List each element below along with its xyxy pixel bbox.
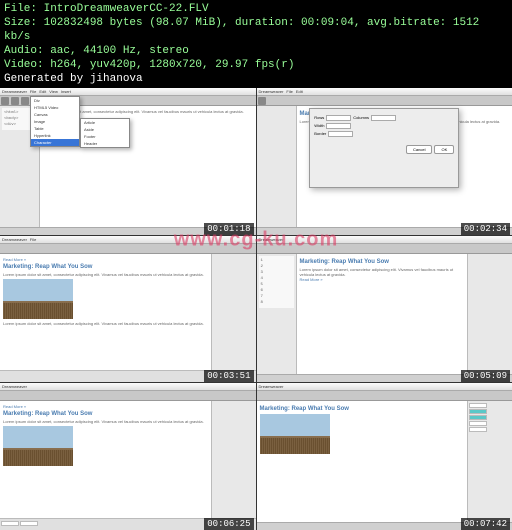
toolbar[interactable] [257, 244, 512, 254]
thumb-4: Dreamweaver 12345678 Marketing: Reap Wha… [257, 236, 512, 383]
rows-input[interactable] [326, 115, 351, 121]
prop-field[interactable] [1, 521, 19, 526]
menubar[interactable]: Dreamweaver [257, 236, 512, 244]
tool-icon[interactable] [11, 97, 19, 105]
toolbar[interactable] [0, 244, 256, 254]
border-input[interactable] [328, 131, 353, 137]
thumb-5: Dreamweaver Read More » Marketing: Reap … [0, 383, 256, 530]
design-view[interactable]: Marketing: Reap What You Sow [257, 401, 468, 522]
menubar[interactable]: Dreamweaver [257, 383, 512, 391]
video-line: Video: h264, yuv420p, 1280x720, 29.97 fp… [4, 58, 508, 72]
file-info-header: File: IntroDreamweaverCC-22.FLV Size: 10… [0, 0, 512, 88]
toolbar[interactable] [257, 391, 512, 401]
audio-line: Audio: aac, 44100 Hz, stereo [4, 44, 508, 58]
wheat-field-image[interactable] [3, 279, 73, 319]
design-view[interactable]: Marketing: Reap What You Sow Lorem ipsum… [297, 254, 468, 375]
menubar[interactable]: DreamweaverFile [0, 236, 256, 244]
css-field[interactable] [469, 427, 487, 432]
code-panel[interactable]: 12345678 [257, 254, 297, 375]
insert-menu[interactable]: Div HTML5 Video Canvas Image Table Hyper… [30, 96, 80, 147]
thumb-3: DreamweaverFile Read More » Marketing: R… [0, 236, 256, 383]
thumbnail-grid: DreamweaverFileEditViewInsert <html><bod… [0, 88, 512, 530]
cols-input[interactable] [371, 115, 396, 121]
width-input[interactable] [326, 123, 351, 129]
timestamp: 00:07:42 [461, 518, 510, 530]
right-panel[interactable] [211, 254, 256, 371]
timestamp: 00:05:09 [461, 370, 510, 382]
timestamp: 00:06:25 [204, 518, 253, 530]
prop-field[interactable] [20, 521, 38, 526]
design-view[interactable]: Read More » Marketing: Reap What You Sow… [0, 401, 211, 518]
cancel-button[interactable]: Cancel [406, 145, 432, 154]
tool-icon[interactable] [1, 97, 9, 105]
submenu[interactable]: Article Aside Footer Header [80, 118, 130, 148]
tool-icon[interactable] [258, 97, 266, 105]
size-line: Size: 102832498 bytes (98.07 MiB), durat… [4, 16, 508, 44]
wheat-field-image[interactable] [3, 426, 73, 466]
timestamp: 00:02:34 [461, 223, 510, 235]
menubar[interactable]: DreamweaverFileEditViewInsert [0, 88, 256, 96]
table-dialog[interactable]: RowsColumns Width Border CancelOK [309, 108, 459, 188]
right-panel[interactable] [211, 401, 256, 518]
thumb-2: DreamweaverFileEdit Marketing: Reap What… [257, 88, 512, 235]
css-panel[interactable] [467, 401, 512, 522]
toolbar[interactable] [257, 96, 512, 106]
css-field[interactable] [469, 403, 487, 408]
timestamp: 00:01:18 [204, 223, 253, 235]
thumb-6: Dreamweaver Marketing: Reap What You Sow… [257, 383, 512, 530]
generated-line: Generated by jihanova [4, 72, 508, 86]
menubar[interactable]: Dreamweaver [0, 383, 256, 391]
css-selector[interactable] [469, 415, 487, 420]
css-selector[interactable] [469, 409, 487, 414]
right-panel[interactable] [467, 254, 512, 375]
menubar[interactable]: DreamweaverFileEdit [257, 88, 512, 96]
thumb-1: DreamweaverFileEditViewInsert <html><bod… [0, 88, 256, 235]
toolbar[interactable] [0, 391, 256, 401]
tool-icon[interactable] [21, 97, 29, 105]
design-view[interactable]: Read More » Marketing: Reap What You Sow… [0, 254, 211, 371]
code-view[interactable]: 12345678 [259, 256, 294, 308]
timestamp: 00:03:51 [204, 370, 253, 382]
wheat-field-image[interactable] [260, 414, 330, 454]
ok-button[interactable]: OK [434, 145, 454, 154]
file-line: File: IntroDreamweaverCC-22.FLV [4, 2, 508, 16]
left-panel[interactable] [257, 106, 297, 227]
css-field[interactable] [469, 421, 487, 426]
